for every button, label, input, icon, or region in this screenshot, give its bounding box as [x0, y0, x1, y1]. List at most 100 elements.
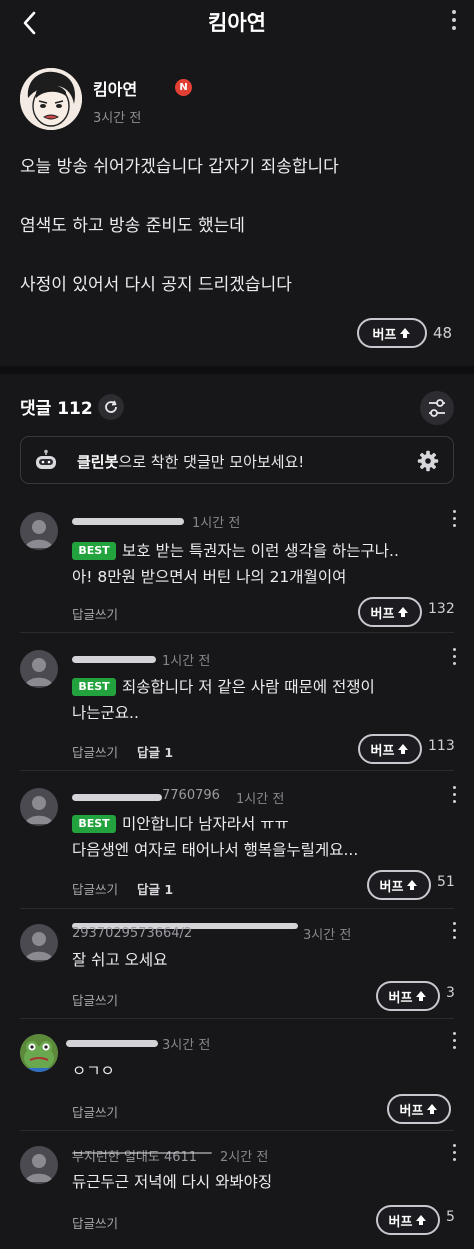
author-name[interactable]: 킴아연: [93, 76, 137, 100]
arrow-up-icon: [416, 1215, 427, 1225]
buff-button[interactable]: 버프: [387, 1094, 451, 1124]
comment-text: 다음생엔 여자로 태어나서 행복을누릴게요...: [72, 841, 359, 859]
reply-button[interactable]: 답글쓰기: [72, 879, 118, 898]
avatar[interactable]: [20, 1146, 58, 1184]
comment-text: 미안합니다 남자라서 ㅠㅠ: [122, 815, 289, 833]
buff-button[interactable]: 버프: [358, 734, 422, 764]
buff-button[interactable]: 버프: [376, 981, 440, 1011]
buff-label: 버프: [379, 879, 404, 895]
redacted-username: [72, 518, 184, 525]
cleanbot-banner[interactable]: 클린봇으로 착한 댓글만 모아보세요!: [20, 436, 454, 484]
reply-button[interactable]: 답글쓰기: [72, 1102, 118, 1121]
avatar[interactable]: [20, 650, 58, 688]
filter-settings-icon[interactable]: [420, 391, 454, 425]
comment-text: 죄송합니다 저 같은 사람 때문에 전쟁이: [122, 678, 375, 696]
buff-count: 5: [446, 1209, 455, 1225]
page-title: 킴아연: [208, 11, 266, 35]
cleanbot-name: 클린봇: [77, 453, 119, 471]
comment-time: 1시간 전: [162, 654, 211, 669]
arrow-up-icon: [407, 880, 418, 890]
post-time: 3시간 전: [93, 111, 142, 126]
buff-count: 51: [437, 874, 455, 890]
comment-time: 2시간 전: [220, 1150, 269, 1165]
avatar[interactable]: [20, 788, 58, 826]
arrow-up-icon: [398, 744, 409, 754]
comment-text: 아! 8만원 받으면서 버틴 나의 21개월이여: [72, 568, 347, 586]
avatar[interactable]: [20, 68, 82, 130]
avatar[interactable]: [20, 512, 58, 550]
more-vertical-icon[interactable]: [446, 506, 462, 532]
more-vertical-icon[interactable]: [446, 1028, 462, 1054]
section-divider: [0, 366, 474, 374]
best-badge: BEST: [72, 678, 116, 696]
divider: [20, 1130, 454, 1131]
buff-label: 버프: [372, 327, 397, 343]
comment-username[interactable]: 부지런한 얼대도 4611: [72, 1146, 197, 1165]
more-vertical-icon[interactable]: [446, 644, 462, 670]
buff-label: 버프: [370, 606, 395, 622]
reply-count-link[interactable]: 답글 1: [137, 742, 173, 761]
cleanbot-text: 클린봇으로 착한 댓글만 모아보세요!: [77, 451, 304, 472]
comment-username[interactable]: 7760796: [162, 788, 220, 803]
reply-button[interactable]: 답글쓰기: [72, 604, 118, 623]
divider: [20, 908, 454, 909]
reply-button[interactable]: 답글쓰기: [72, 742, 118, 761]
buff-button[interactable]: 버프: [367, 870, 431, 900]
avatar[interactable]: [20, 1034, 58, 1072]
arrow-up-icon: [427, 1104, 438, 1114]
redacted-username: [72, 794, 162, 801]
best-badge: BEST: [72, 815, 116, 833]
best-badge: BEST: [72, 542, 116, 560]
buff-button[interactable]: 버프: [376, 1205, 440, 1235]
cleanbot-message: 으로 착한 댓글만 모아보세요!: [118, 453, 305, 471]
comment-username[interactable]: 2937029573664/2: [72, 926, 192, 941]
comment-time: 3시간 전: [162, 1038, 211, 1053]
new-badge: N: [175, 79, 192, 96]
avatar[interactable]: [20, 924, 58, 962]
reply-button[interactable]: 답글쓰기: [72, 990, 118, 1009]
more-vertical-icon[interactable]: [446, 1140, 462, 1166]
reply-count-link[interactable]: 답글 1: [137, 879, 173, 898]
redacted-username: [72, 656, 156, 663]
comments-count: 112: [57, 399, 93, 419]
buff-label: 버프: [399, 1103, 424, 1119]
top-bar: 킴아연: [0, 0, 474, 46]
buff-label: 버프: [388, 1214, 413, 1230]
more-vertical-icon[interactable]: [444, 6, 464, 40]
comment-time: 3시간 전: [303, 928, 352, 943]
buff-label: 버프: [370, 743, 395, 759]
refresh-icon[interactable]: [98, 394, 124, 420]
arrow-up-icon: [398, 607, 409, 617]
comment-text: 보호 받는 특권자는 이런 생각을 하는구나..: [122, 542, 399, 560]
more-vertical-icon[interactable]: [446, 918, 462, 944]
arrow-up-icon: [400, 328, 411, 338]
buff-count: 48: [433, 324, 453, 342]
divider: [20, 632, 454, 633]
buff-button[interactable]: 버프: [358, 597, 422, 627]
arrow-up-icon: [416, 991, 427, 1001]
post-text-line: 염색도 하고 방송 준비도 했는데: [20, 216, 245, 236]
redacted-username: [66, 1040, 158, 1047]
robot-icon: [33, 449, 59, 473]
buff-count: 132: [428, 601, 455, 617]
comment-time: 1시간 전: [192, 516, 241, 531]
gear-icon[interactable]: [416, 449, 440, 473]
post-text-line: 사정이 있어서 다시 공지 드리겠습니다: [20, 275, 292, 295]
buff-count: 113: [428, 738, 455, 754]
comment-time: 1시간 전: [236, 792, 285, 807]
comments-title: 댓글 112: [20, 394, 93, 419]
redacted-strike: [72, 1152, 212, 1154]
comment-text: 잘 쉬고 오세요: [72, 951, 168, 969]
comments-label: 댓글: [20, 399, 52, 419]
post-text-line: 오늘 방송 쉬어가겠습니다 갑자기 죄송합니다: [20, 157, 339, 177]
comment-text: ㅇㄱㅇ: [72, 1062, 115, 1080]
reply-button[interactable]: 답글쓰기: [72, 1213, 118, 1232]
more-vertical-icon[interactable]: [446, 782, 462, 808]
buff-button[interactable]: 버프: [357, 318, 427, 348]
comment-text: 나는군요..: [72, 704, 139, 722]
buff-label: 버프: [388, 990, 413, 1006]
divider: [20, 770, 454, 771]
divider: [20, 1018, 454, 1019]
comment-text: 듀근두근 저녁에 다시 와봐야징: [72, 1173, 273, 1191]
buff-count: 3: [446, 985, 455, 1001]
